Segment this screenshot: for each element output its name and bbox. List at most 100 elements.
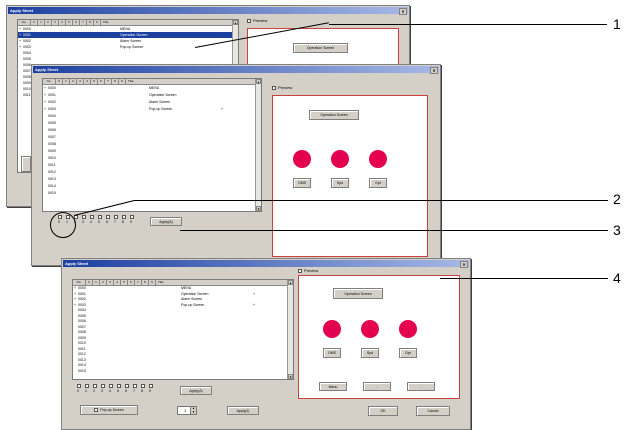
window-2-titlebar[interactable]: Apply Sheet ✕ <box>33 66 439 74</box>
checkbox[interactable] <box>109 384 113 388</box>
column-header-9[interactable]: 9 <box>119 79 126 84</box>
column-header-9[interactable]: 9 <box>149 280 156 285</box>
popup-screen-checkbox[interactable] <box>94 408 99 413</box>
table-row[interactable]: 0005 <box>43 120 256 127</box>
lamp-button-2[interactable]: Spd <box>331 178 349 188</box>
column-header-2[interactable]: 2 <box>70 79 77 84</box>
scroll-up-arrow-icon[interactable]: ▲ <box>288 280 293 285</box>
vertical-scrollbar[interactable]: ▲ ▼ <box>287 280 293 379</box>
column-header-2[interactable]: 2 <box>45 20 52 25</box>
popup-screen-button[interactable]: Pop-up Screen <box>80 405 138 415</box>
close-icon[interactable]: ✕ <box>430 67 438 74</box>
scroll-down-arrow-icon[interactable]: ▼ <box>288 374 293 379</box>
table-row[interactable]: 0009 <box>43 148 256 155</box>
column-header-1[interactable]: 1 <box>38 20 45 25</box>
column-header-1[interactable]: 1 <box>63 79 70 84</box>
column-header-5[interactable]: 5 <box>91 79 98 84</box>
sheet-check-7[interactable]: 7 <box>132 383 140 395</box>
sheet-check-5[interactable]: 5 <box>116 383 124 395</box>
column-header-7[interactable]: 7 <box>80 20 87 25</box>
column-header-title[interactable]: Title <box>101 20 233 25</box>
column-header-0[interactable]: 0 <box>86 280 93 285</box>
column-header-title[interactable]: Title <box>156 280 288 285</box>
popup-number-spinner[interactable]: 1 ▲ ▼ <box>177 406 197 415</box>
table-row[interactable]: 0011 <box>43 162 256 169</box>
table-row[interactable]: +0000 MENU <box>43 85 256 92</box>
sheet-check-8[interactable]: 8 <box>121 214 129 226</box>
column-header-6[interactable]: 6 <box>128 280 135 285</box>
cancel-button[interactable]: Cancel <box>416 406 450 416</box>
screen-list-grid[interactable]: No. 0 1 2 3 4 5 6 7 8 9 Title +0000 MENU +0001 Operati… <box>42 78 262 212</box>
table-row[interactable]: +0002 Alarm Screen <box>43 99 256 106</box>
sheet-check-3[interactable]: 3 <box>100 383 108 395</box>
lamp-button-1[interactable]: OMS <box>293 178 311 188</box>
close-icon[interactable]: ✕ <box>460 261 468 268</box>
checkbox[interactable] <box>130 215 134 219</box>
table-row[interactable]: 0015 <box>43 190 256 197</box>
apply-all-button[interactable]: Apply(A) <box>180 386 212 395</box>
column-header-5[interactable]: 5 <box>121 280 128 285</box>
checkbox[interactable] <box>82 215 86 219</box>
sheet-check-5[interactable]: 5 <box>97 214 105 226</box>
column-header-2[interactable]: 2 <box>100 280 107 285</box>
column-header-9[interactable]: 9 <box>94 20 101 25</box>
checkbox[interactable] <box>85 384 89 388</box>
preview-checkbox[interactable] <box>272 85 276 90</box>
preview-checkbox[interactable] <box>298 268 302 273</box>
column-header-no[interactable]: No. <box>43 79 56 84</box>
column-header-1[interactable]: 1 <box>93 280 100 285</box>
preview-toggle[interactable]: Preview <box>247 18 267 23</box>
sheet-check-9[interactable]: 9 <box>129 214 137 226</box>
checkbox[interactable] <box>101 384 105 388</box>
apply-popup-button[interactable]: Apply(J) <box>227 406 259 415</box>
column-header-7[interactable]: 7 <box>105 79 112 84</box>
checkbox[interactable] <box>149 384 153 388</box>
nav-button-2[interactable]: - <box>363 382 391 391</box>
sheet-check-0[interactable]: 0 <box>76 383 84 395</box>
preview-toggle[interactable]: Preview <box>272 85 292 90</box>
preview-toggle[interactable]: Preview <box>298 268 318 273</box>
nav-button-menu[interactable]: Menu <box>319 382 347 391</box>
table-row[interactable]: 0010 <box>43 155 256 162</box>
column-header-8[interactable]: 8 <box>87 20 94 25</box>
sheet-check-6[interactable]: 6 <box>105 214 113 226</box>
column-header-7[interactable]: 7 <box>135 280 142 285</box>
preview-checkbox[interactable] <box>247 18 251 23</box>
operation-screen-button[interactable]: Operation Screen <box>333 288 383 299</box>
sheet-check-4[interactable]: 4 <box>108 383 116 395</box>
table-row[interactable]: 0012 <box>43 169 256 176</box>
sheet-check-4[interactable]: 4 <box>89 214 97 226</box>
lamp-button-3[interactable]: Opt <box>399 348 417 358</box>
checkbox[interactable] <box>106 215 110 219</box>
column-header-title[interactable]: Title <box>126 79 256 84</box>
apply-all-button[interactable]: Apply(A) <box>150 217 182 226</box>
sheet-check-8[interactable]: 8 <box>140 383 148 395</box>
scroll-up-arrow-icon[interactable]: ▲ <box>233 20 238 25</box>
column-header-3[interactable]: 3 <box>107 280 114 285</box>
table-row[interactable]: +0001 Operation Screen <box>43 92 256 99</box>
window-3-titlebar[interactable]: Apply Sheet ✕ <box>63 260 469 268</box>
table-row[interactable]: 0014 <box>43 183 256 190</box>
sheet-check-9[interactable]: 9 <box>148 383 156 395</box>
column-header-5[interactable]: 5 <box>66 20 73 25</box>
column-header-8[interactable]: 8 <box>142 280 149 285</box>
scroll-up-arrow-icon[interactable]: ▲ <box>256 79 261 84</box>
lamp-button-3[interactable]: Opt <box>369 178 387 188</box>
sheet-check-6[interactable]: 6 <box>124 383 132 395</box>
table-row[interactable]: +0003 Pop-up Screen + <box>43 106 256 113</box>
sheet-check-3[interactable]: 3 <box>81 214 89 226</box>
table-row[interactable]: 0007 <box>43 134 256 141</box>
column-header-3[interactable]: 3 <box>77 79 84 84</box>
table-row[interactable]: 0004 <box>43 113 256 120</box>
window-1-titlebar[interactable]: Apply Sheet ✕ <box>8 7 408 15</box>
checkbox[interactable] <box>77 384 81 388</box>
column-header-3[interactable]: 3 <box>52 20 59 25</box>
checkbox[interactable] <box>133 384 137 388</box>
column-header-no[interactable]: No. <box>18 20 31 25</box>
checkbox[interactable] <box>125 384 129 388</box>
window-1-small-button[interactable] <box>21 156 31 172</box>
checkbox[interactable] <box>114 215 118 219</box>
sheet-check-2[interactable]: 2 <box>92 383 100 395</box>
lamp-button-1[interactable]: OMS <box>323 348 341 358</box>
screen-list-grid[interactable]: No. 0 1 2 3 4 5 6 7 8 9 Title +0000 MENU +0001 Operati… <box>72 279 294 380</box>
